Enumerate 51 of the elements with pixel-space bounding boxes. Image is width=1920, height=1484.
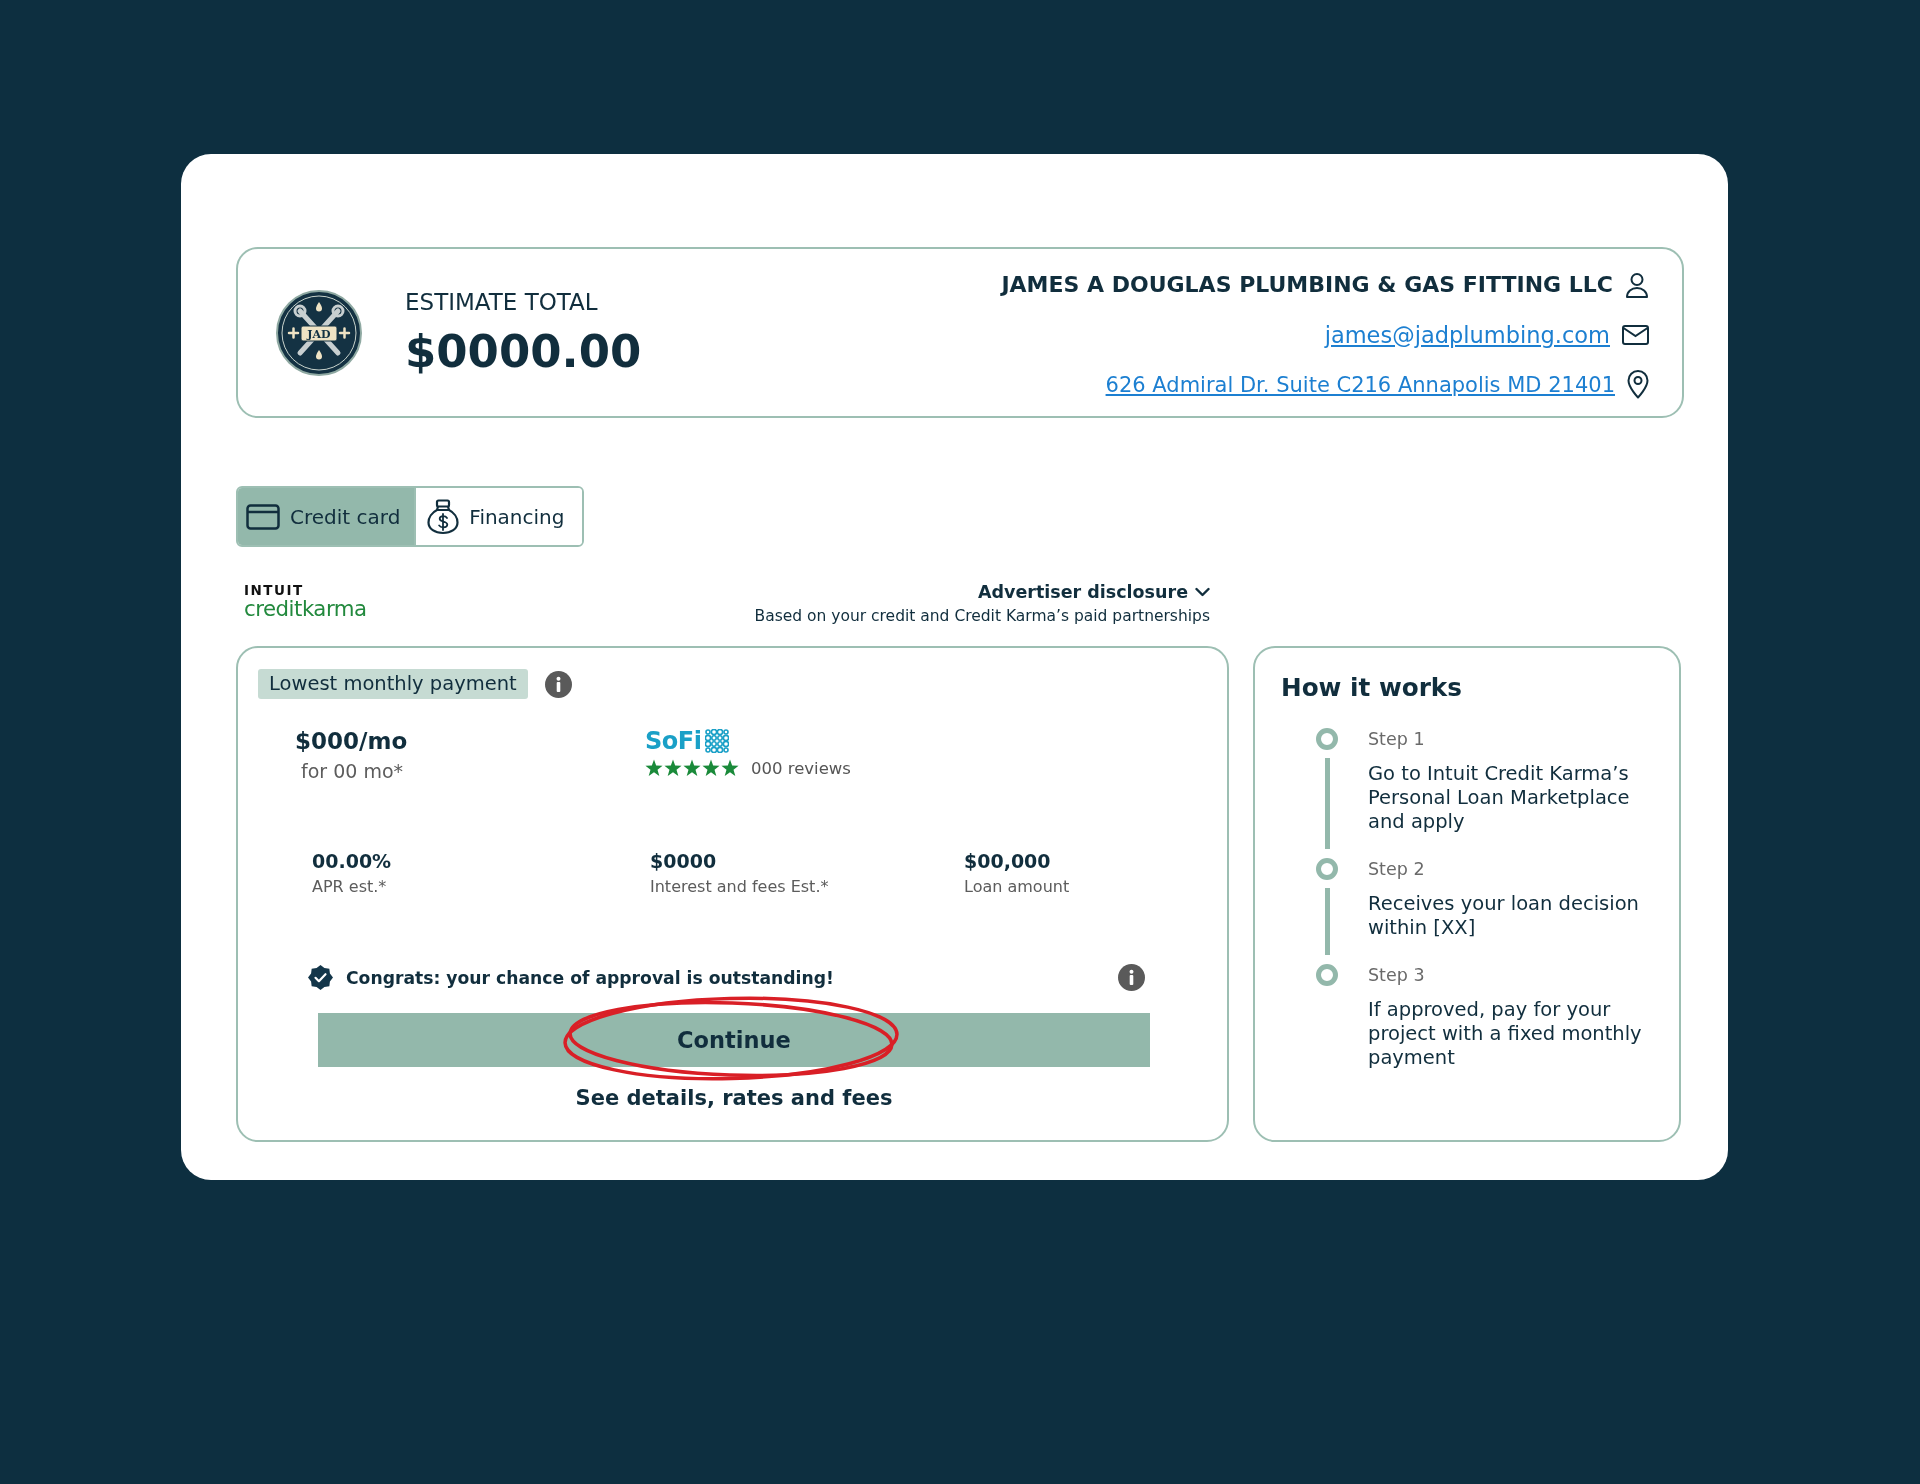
step-description: If approved, pay for your project with a fixed monthly payment xyxy=(1368,998,1643,1070)
offer-tag: Lowest monthly payment xyxy=(258,669,528,699)
check-badge-icon xyxy=(308,965,333,990)
approval-message: Congrats: your chance of approval is outstanding! xyxy=(346,967,834,988)
step-label: Step 1 xyxy=(1368,728,1425,751)
brand-wordmark-small: INTUIT xyxy=(244,582,304,598)
star-icon xyxy=(645,759,663,777)
stat-value: 00.00% xyxy=(312,849,392,874)
star-icon xyxy=(664,759,682,777)
info-icon[interactable] xyxy=(1118,964,1145,991)
payment-tab[interactable]: Credit card xyxy=(238,488,415,545)
address-link[interactable]: 626 Admiral Dr. Suite C216 Annapolis MD 21401 xyxy=(1105,372,1615,397)
star-icon xyxy=(702,759,720,777)
stat-value: $0000 xyxy=(650,849,717,874)
estimate-amount: $0000.00 xyxy=(405,326,642,377)
details-link[interactable]: See details, rates and fees xyxy=(575,1084,893,1113)
step-label: Step 2 xyxy=(1368,858,1425,881)
mail-icon xyxy=(1622,324,1649,345)
step-description: Receives your loan decision within [XX] xyxy=(1368,892,1640,940)
logo-monogram: JAD xyxy=(307,327,331,340)
star-icon xyxy=(683,759,701,777)
dot-grid-icon xyxy=(705,729,730,753)
brand-wordmark: creditkarma xyxy=(244,598,367,620)
step-ring-icon xyxy=(1316,728,1338,750)
loan-term: for 00 mo* xyxy=(301,759,403,783)
info-icon[interactable] xyxy=(544,670,572,698)
disclosure-note: Based on your credit and Credit Karma’s paid partnerships xyxy=(754,606,1210,626)
person-icon xyxy=(1625,271,1649,298)
step-description: Go to Intuit Credit Karma’s Personal Loan Marketplace and apply xyxy=(1368,762,1631,834)
payment-tab[interactable]: Financing xyxy=(414,488,583,545)
stat-label: Loan amount xyxy=(964,876,1070,897)
step-ring-icon xyxy=(1316,858,1338,880)
continue-button[interactable]: Continue xyxy=(318,1013,1150,1067)
money-bag-icon xyxy=(427,498,460,535)
monthly-payment: $000/mo xyxy=(295,727,408,756)
review-count: 000 reviews xyxy=(751,758,851,778)
credit-card-icon xyxy=(246,503,280,530)
chevron-icon xyxy=(1195,587,1210,597)
star-icon xyxy=(721,759,739,777)
step-ring-icon xyxy=(1316,964,1338,986)
step-label: Step 3 xyxy=(1368,964,1425,987)
business-name: JAMES A DOUGLAS PLUMBING & GAS FITTING LLC xyxy=(1001,272,1613,297)
location-pin-icon xyxy=(1627,370,1649,399)
stat-value: $00,000 xyxy=(964,849,1051,874)
estimate-label: ESTIMATE TOTAL xyxy=(405,288,599,315)
email-link[interactable]: james@jadplumbing.com xyxy=(1324,321,1610,348)
stat-label: APR est.* xyxy=(312,876,387,897)
lender-name: SoFi xyxy=(645,726,702,756)
advertiser-disclosure-toggle[interactable]: Advertiser disclosure xyxy=(977,580,1210,604)
how-it-works-title: How it works xyxy=(1281,672,1462,704)
stat-label: Interest and fees Est.* xyxy=(650,876,829,897)
